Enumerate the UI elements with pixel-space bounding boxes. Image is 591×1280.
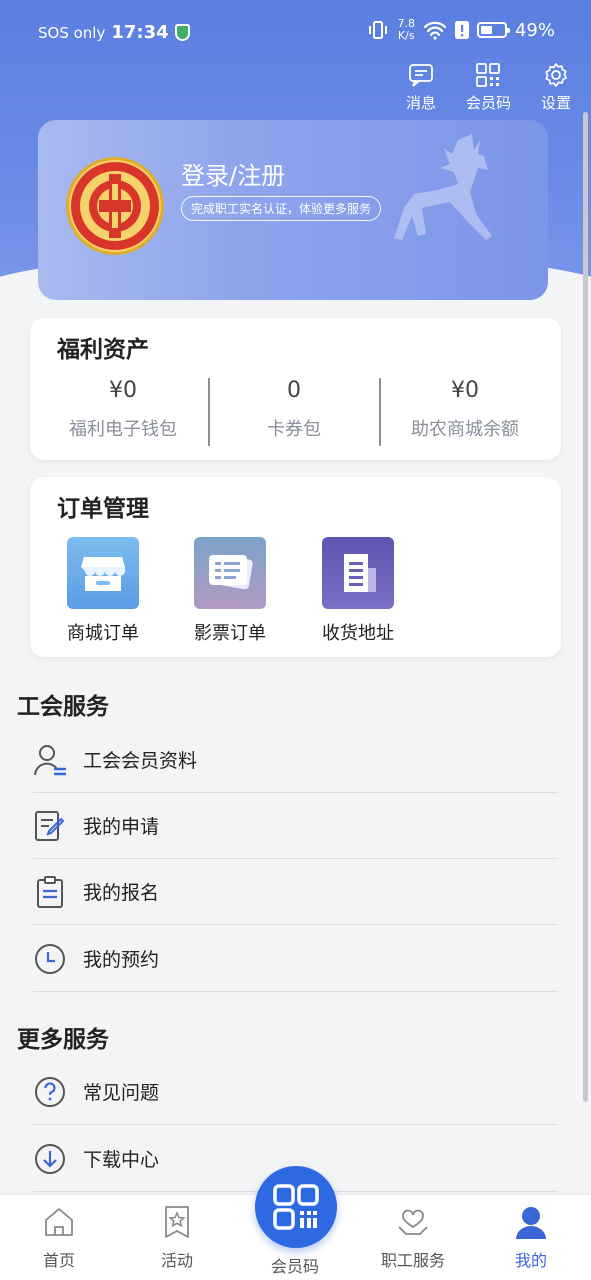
bookmark-star-icon: [165, 1206, 189, 1238]
speed-unit: K/s: [397, 29, 415, 42]
messages-label: 消息: [405, 94, 436, 112]
union-services-title: 工会服务: [17, 694, 109, 720]
messages-button[interactable]: 消息: [406, 62, 436, 113]
gear-icon: [545, 63, 567, 87]
shipping-address-button[interactable]: 收货地址: [308, 537, 408, 645]
scrollbar[interactable]: [583, 112, 588, 1102]
heart-hands-icon: [398, 1209, 428, 1235]
signal-alert-icon: [454, 21, 469, 39]
settings-label: 设置: [540, 94, 571, 112]
building-icon: [322, 537, 394, 609]
home-icon: [45, 1208, 73, 1236]
mall-orders-label: 商城订单: [67, 623, 139, 644]
tab-home[interactable]: 首页: [9, 1205, 109, 1271]
tab-activities-label: 活动: [160, 1251, 193, 1270]
coupon-wallet-label: 卡券包: [267, 419, 321, 440]
order-management-card: 订单管理 商城订单 影票订单 收货地址: [30, 477, 561, 657]
e-wallet-value: ¥0: [109, 378, 137, 403]
coupon-wallet-item[interactable]: 0 卡券包: [209, 378, 379, 441]
qrcode-icon: [273, 1184, 319, 1230]
top-actions: 消息 会员码 设置: [406, 62, 571, 113]
list-item-faq[interactable]: 常见问题: [33, 1059, 558, 1125]
carrier-text: SOS only: [38, 23, 106, 42]
my-registrations-label: 我的报名: [83, 882, 160, 904]
member-code-fab[interactable]: [255, 1166, 337, 1248]
union-logo-avatar: [66, 157, 164, 255]
profile-card[interactable]: 登录/注册 完成职工实名认证，体验更多服务: [38, 120, 548, 300]
more-services-title: 更多服务: [17, 1027, 109, 1053]
e-wallet-item[interactable]: ¥0 福利电子钱包: [38, 378, 208, 441]
shield-icon: [174, 24, 190, 41]
ticket-icon: [194, 537, 266, 609]
edit-document-icon: [33, 809, 67, 843]
faq-label: 常见问题: [83, 1082, 160, 1104]
list-item-my-registrations[interactable]: 我的报名: [33, 859, 558, 925]
list-item-my-appointments[interactable]: 我的预约: [33, 926, 558, 992]
member-code-button[interactable]: 会员码: [466, 62, 511, 113]
verify-hint-badge[interactable]: 完成职工实名认证，体验更多服务: [181, 196, 382, 221]
tab-staff-services-label: 职工服务: [380, 1251, 445, 1270]
order-management-title: 订单管理: [57, 496, 149, 522]
tab-mine[interactable]: 我的: [481, 1205, 581, 1271]
tab-mine-label: 我的: [514, 1251, 547, 1270]
movie-tickets-button[interactable]: 影票订单: [180, 537, 280, 645]
download-icon: [33, 1142, 67, 1176]
tab-activities[interactable]: 活动: [127, 1205, 227, 1271]
status-right: 7.8 K/s 49%: [367, 18, 555, 42]
status-left: SOS only 17:34: [38, 22, 190, 43]
question-icon: [33, 1075, 67, 1109]
member-profile-label: 工会会员资料: [83, 750, 198, 772]
mall-balance-label: 助农商城余额: [411, 419, 519, 440]
member-code-label: 会员码: [465, 94, 511, 112]
union-logo-icon: [71, 162, 159, 250]
welfare-assets-title: 福利资产: [57, 337, 149, 363]
movie-tickets-label: 影票订单: [194, 623, 266, 644]
status-bar: SOS only 17:34 7.8 K/s 49%: [0, 0, 591, 64]
mall-orders-button[interactable]: 商城订单: [53, 537, 153, 645]
e-wallet-label: 福利电子钱包: [69, 419, 177, 440]
my-appointments-label: 我的预约: [83, 949, 160, 971]
settings-button[interactable]: 设置: [541, 62, 571, 113]
list-item-member-profile[interactable]: 工会会员资料: [33, 727, 558, 793]
coupon-wallet-value: 0: [287, 378, 301, 403]
shipping-address-label: 收货地址: [322, 623, 394, 644]
clipboard-icon: [33, 875, 67, 909]
message-icon: [409, 64, 433, 87]
deer-illustration: [394, 134, 492, 240]
tab-member-code-label: 会员码: [270, 1257, 319, 1276]
my-applications-label: 我的申请: [83, 816, 160, 838]
clock-icon: [33, 942, 67, 976]
qrcode-icon: [476, 63, 501, 87]
clock: 17:34: [111, 22, 169, 43]
mall-balance-item[interactable]: ¥0 助农商城余额: [380, 378, 550, 441]
login-register-link[interactable]: 登录/注册: [181, 156, 285, 191]
tab-staff-services[interactable]: 职工服务: [363, 1205, 463, 1271]
welfare-assets-card: 福利资产 ¥0 福利电子钱包 0 卡券包 ¥0 助农商城余额: [30, 318, 561, 460]
vibrate-icon: [369, 21, 388, 39]
member-profile-icon: [33, 743, 67, 777]
battery-percent: 49%: [514, 19, 555, 41]
wifi-icon: [423, 21, 447, 40]
user-icon: [516, 1207, 546, 1239]
network-speed: 7.8 K/s: [397, 18, 415, 42]
store-icon: [67, 537, 139, 609]
mall-balance-value: ¥0: [451, 378, 479, 403]
download-center-label: 下载中心: [83, 1149, 160, 1171]
tab-home-label: 首页: [42, 1251, 75, 1270]
list-item-my-applications[interactable]: 我的申请: [33, 793, 558, 859]
battery-icon: [476, 22, 510, 38]
